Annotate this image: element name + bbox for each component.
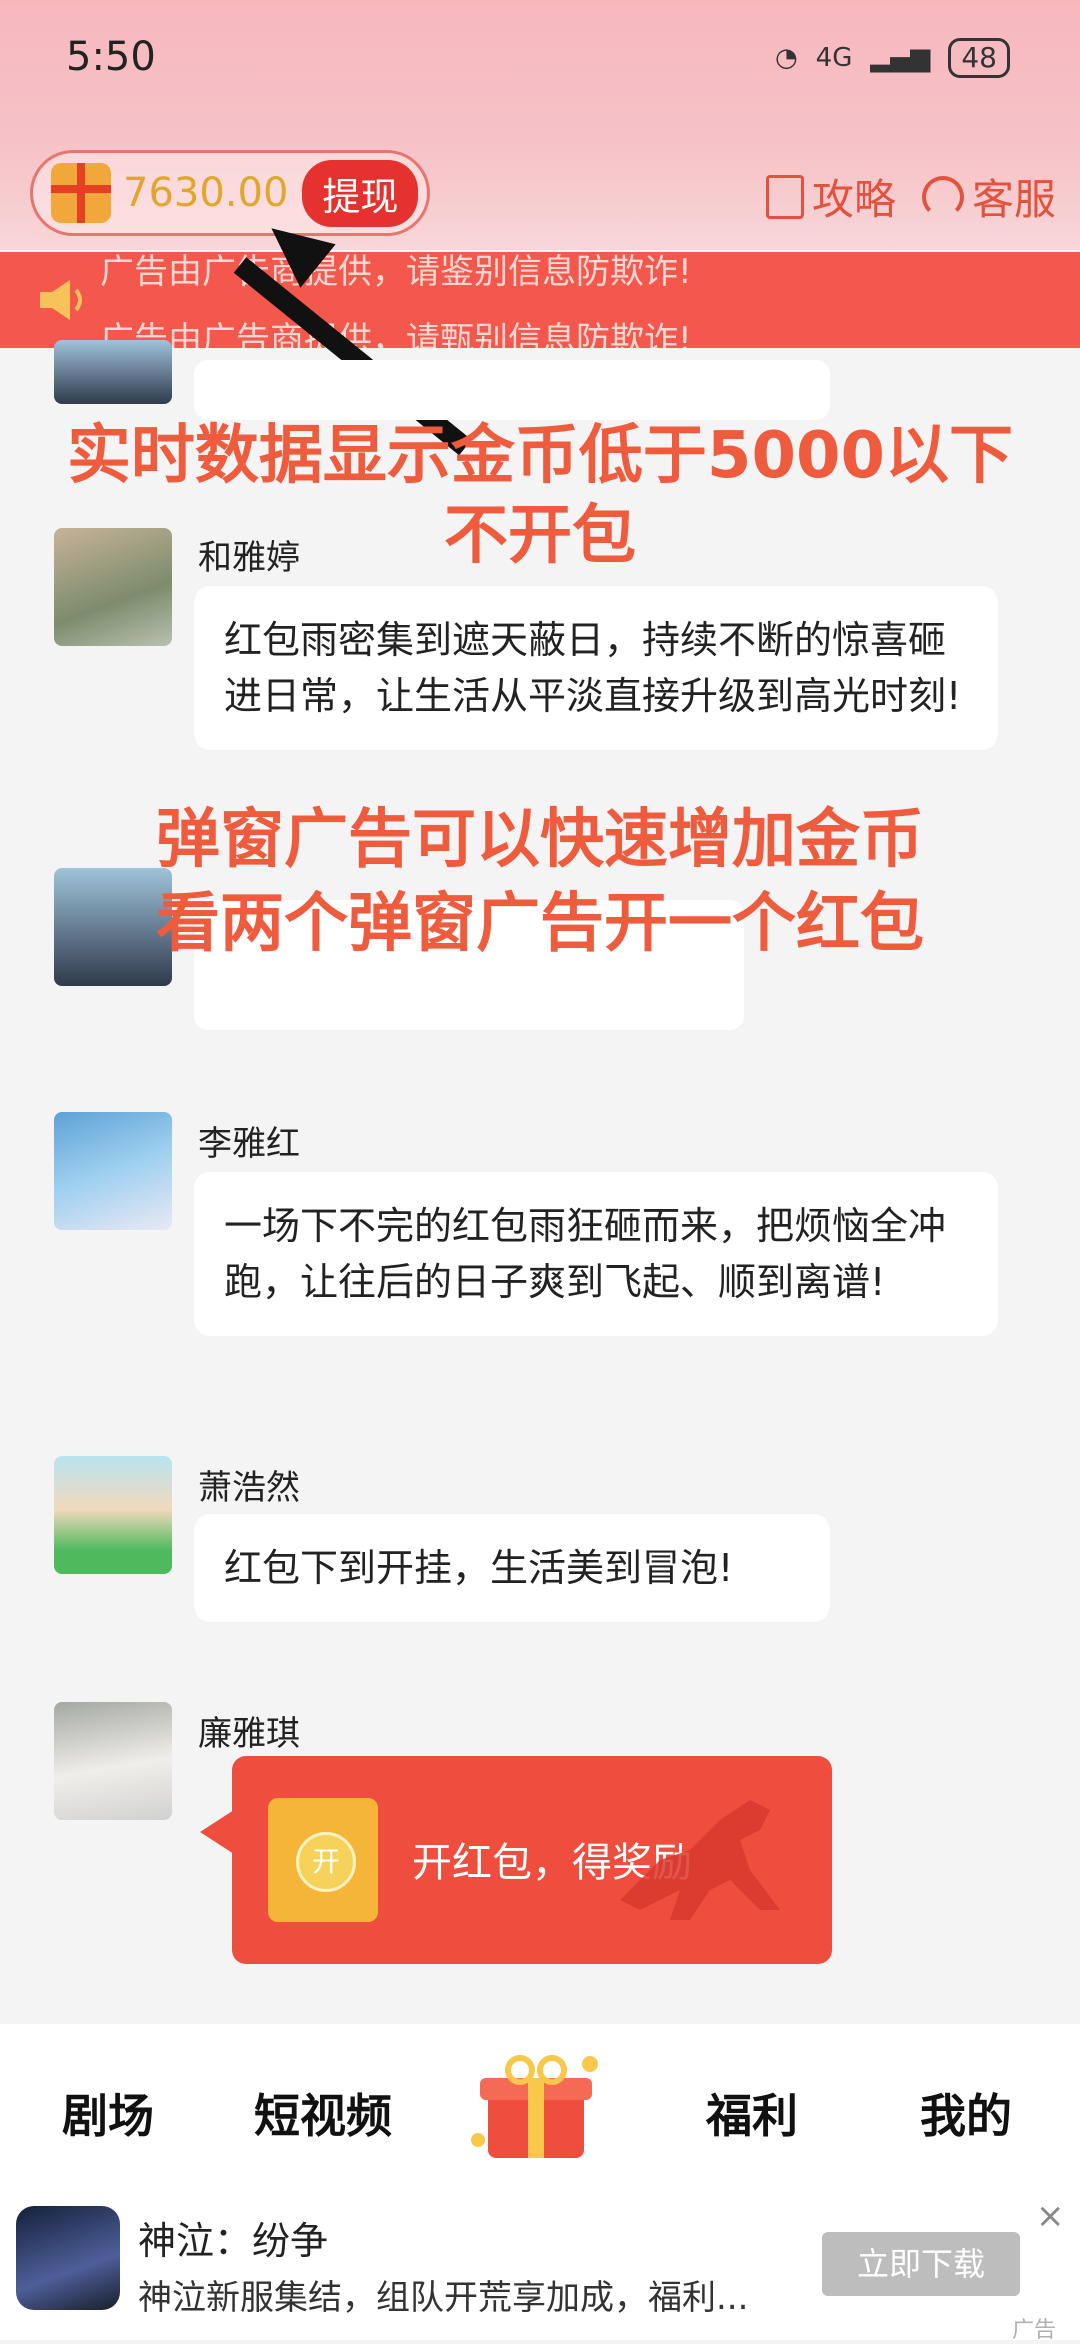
annotation-text-3: 弹窗广告可以快速增加金币: [156, 803, 924, 877]
nav-theater[interactable]: 剧场: [62, 2080, 154, 2146]
avatar: [54, 1112, 172, 1230]
withdraw-button[interactable]: 提现: [302, 159, 419, 227]
chat-bubble-partial: [194, 360, 830, 420]
ad-tag: 广告: [1012, 2318, 1057, 2343]
signal-icon: ▂▄▆: [870, 43, 931, 73]
annotation-text-4: 看两个弹窗广告开一个红包: [156, 887, 924, 961]
open-coin-icon: 开: [296, 1832, 356, 1892]
avatar: [54, 1456, 172, 1574]
avatar: [54, 528, 172, 646]
gift-icon: [51, 163, 111, 223]
horse-icon: [620, 1800, 780, 1920]
avatar: [54, 1702, 172, 1820]
annotation-text-1: 实时数据显示金币低于5000以下: [66, 419, 1014, 493]
avatar: [54, 340, 172, 404]
nav-mine[interactable]: 我的: [920, 2080, 1012, 2146]
coin-balance-pill[interactable]: 7630.00 提现: [30, 150, 430, 236]
chat-bubble: 红包雨密集到遮天蔽日，持续不断的惊喜砸进日常，让生活从平淡直接升级到高光时刻!: [194, 586, 998, 750]
service-label: 客服: [972, 175, 1057, 224]
network-label: 4G: [815, 43, 853, 73]
status-bar: 5:50 ◔ 4G ▂▄▆ 48: [0, 0, 1080, 120]
ad-thumbnail[interactable]: [16, 2206, 120, 2310]
ad-description[interactable]: 神泣新服集结，组队开荒享加成，福利...: [138, 2270, 748, 2319]
strategy-label: 攻略: [812, 175, 897, 224]
chat-bubble: 红包下到开挂，生活美到冒泡!: [194, 1514, 830, 1622]
wifi-icon: ◔: [774, 43, 798, 73]
chat-username: 萧浩然: [198, 1468, 300, 1508]
status-icons: ◔ 4G ▂▄▆ 48: [775, 38, 1010, 78]
chat-username: 和雅婷: [198, 538, 300, 578]
strategy-link[interactable]: 攻略: [766, 166, 896, 227]
speaker-icon: [40, 280, 82, 320]
notice-text-1: 广告由广告商提供，请鉴别信息防欺诈!: [100, 252, 692, 292]
nav-short-video[interactable]: 短视频: [254, 2080, 392, 2146]
nav-welfare[interactable]: 福利: [706, 2080, 798, 2146]
ad-close-icon[interactable]: ×: [1036, 2196, 1065, 2236]
battery-indicator: 48: [948, 38, 1010, 78]
chat-bubble: 一场下不完的红包雨狂砸而来，把烦恼全冲跑，让往后的日子爽到飞起、顺到离谱!: [194, 1172, 998, 1336]
headset-icon: [922, 175, 964, 218]
notice-text-2: 广告由广告商提供，请甄别信息防欺诈!: [100, 320, 692, 348]
gift-box-icon[interactable]: [466, 2044, 606, 2164]
red-packet-tail: [200, 1810, 234, 1854]
chat-username: 廉雅琪: [198, 1714, 300, 1754]
ad-download-button[interactable]: 立即下载: [822, 2232, 1020, 2296]
chat-username: 李雅红: [198, 1124, 300, 1164]
customer-service-link[interactable]: 客服: [922, 166, 1056, 227]
book-icon: [766, 174, 804, 219]
ad-title[interactable]: 神泣：纷争: [138, 2210, 328, 2265]
status-time: 5:50: [66, 34, 156, 80]
coin-balance: 7630.00: [123, 170, 289, 216]
notice-bar: 广告由广告商提供，请鉴别信息防欺诈! 广告由广告商提供，请甄别信息防欺诈!: [0, 252, 1080, 348]
